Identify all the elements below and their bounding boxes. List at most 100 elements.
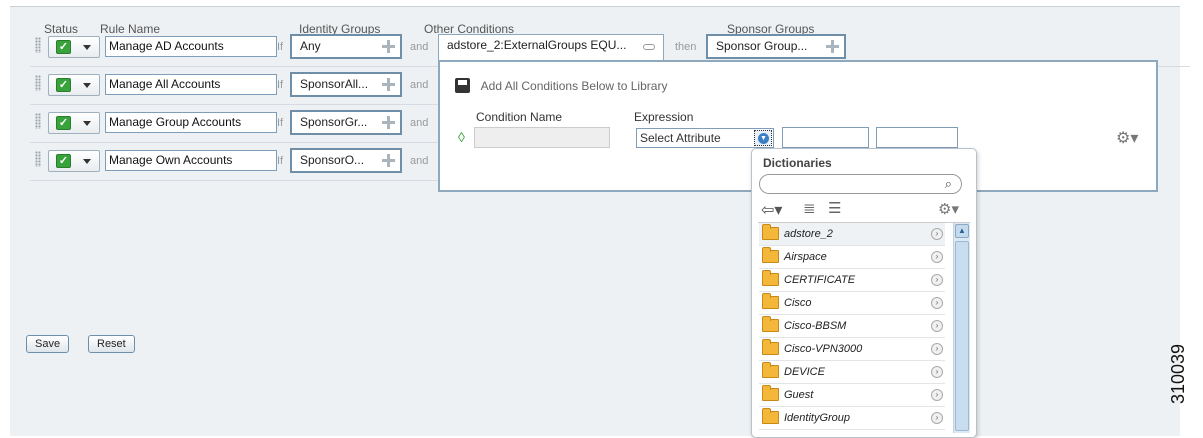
and-keyword: and: [410, 117, 429, 129]
check-icon: ✓: [56, 40, 71, 54]
chevron-down-icon: [83, 83, 91, 88]
drag-handle-icon[interactable]: [35, 151, 41, 167]
status-dropdown[interactable]: ✓: [48, 74, 100, 96]
rule-name-input[interactable]: Manage Group Accounts: [105, 112, 277, 133]
rule-name-input[interactable]: Manage AD Accounts: [105, 36, 277, 57]
folder-icon: [762, 316, 779, 332]
tree-view-icon[interactable]: ☰: [828, 199, 841, 217]
identity-group-value: Any: [300, 39, 321, 53]
scrollbar[interactable]: ▲: [953, 223, 970, 433]
if-keyword: If: [277, 117, 284, 129]
gear-icon[interactable]: ⚙▾: [1116, 128, 1138, 148]
check-icon: ✓: [56, 116, 71, 130]
gear-icon[interactable]: ⚙▾: [938, 200, 959, 218]
chevron-right-icon[interactable]: ›: [931, 412, 943, 424]
plus-icon[interactable]: [381, 39, 396, 54]
condition-name-header: Condition Name: [476, 110, 563, 124]
list-item[interactable]: CERTIFICATE ›: [759, 269, 945, 292]
check-icon: ✓: [56, 78, 71, 92]
back-arrow-icon[interactable]: ⇦▾: [761, 200, 782, 220]
dictionary-label: DEVICE: [784, 366, 825, 378]
chevron-down-icon: ▼: [758, 133, 769, 144]
if-keyword: If: [277, 41, 284, 53]
condition-name-input[interactable]: [474, 127, 610, 148]
save-button[interactable]: Save: [26, 335, 70, 353]
folder-icon: [762, 224, 779, 240]
figure-id: 310039: [1168, 343, 1188, 404]
scrollbar-thumb[interactable]: [955, 241, 969, 431]
chevron-right-icon[interactable]: ›: [931, 366, 943, 378]
dictionary-label: IdentityGroup: [784, 412, 851, 424]
drag-handle-icon[interactable]: [35, 113, 41, 129]
status-dropdown[interactable]: ✓: [48, 112, 100, 134]
list-item[interactable]: Cisco-BBSM ›: [759, 315, 945, 338]
search-icon: ⌕: [944, 176, 952, 191]
chevron-right-icon[interactable]: ›: [931, 274, 943, 286]
folder-icon: [762, 362, 779, 378]
dictionary-label: adstore_2: [784, 228, 833, 240]
rule-row: ✓ Manage All Accounts If SponsorAll... a…: [30, 71, 440, 105]
dictionary-label: Cisco: [784, 297, 812, 309]
identity-group-selector[interactable]: SponsorAll...: [290, 72, 402, 97]
then-keyword: then: [675, 41, 697, 53]
list-item[interactable]: DEVICE ›: [759, 361, 945, 384]
folder-icon: [762, 408, 779, 424]
collapse-icon[interactable]: [643, 44, 655, 50]
list-item[interactable]: IdentityGroup ›: [759, 407, 945, 430]
select-attribute-dropdown[interactable]: Select Attribute ▼: [636, 128, 774, 148]
folder-icon: [762, 339, 779, 355]
rule-row: ✓ Manage Group Accounts If SponsorGr... …: [30, 109, 440, 143]
identity-group-selector[interactable]: Any: [290, 34, 402, 59]
and-keyword: and: [410, 41, 429, 53]
chevron-right-icon[interactable]: ›: [931, 320, 943, 332]
sponsor-group-selector[interactable]: Sponsor Group...: [706, 34, 846, 59]
add-all-to-library-link[interactable]: Add All Conditions Below to Library: [455, 78, 667, 93]
identity-group-selector[interactable]: SponsorGr...: [290, 110, 402, 135]
chevron-right-icon[interactable]: ›: [931, 297, 943, 309]
rule-name-input[interactable]: Manage Own Accounts: [105, 150, 277, 171]
list-item[interactable]: Airspace ›: [759, 246, 945, 269]
chevron-down-icon: [83, 45, 91, 50]
rule-name-input[interactable]: Manage All Accounts: [105, 74, 277, 95]
chevron-right-icon[interactable]: ›: [931, 389, 943, 401]
scroll-up-icon[interactable]: ▲: [955, 224, 969, 238]
dictionary-label: Airspace: [784, 251, 827, 263]
list-view-icon[interactable]: ≣: [803, 199, 816, 217]
diamond-icon: ◊: [458, 129, 465, 145]
list-item[interactable]: Cisco-VPN3000 ›: [759, 338, 945, 361]
operator-input[interactable]: [782, 127, 869, 148]
dictionaries-title: Dictionaries: [763, 156, 832, 170]
dictionaries-panel: Dictionaries ⌕ ⇦▾ ≣ ☰ ⚙▾ adstore_2 › Air…: [751, 148, 977, 438]
folder-icon: [762, 247, 779, 263]
if-keyword: If: [277, 155, 284, 167]
status-dropdown[interactable]: ✓: [48, 150, 100, 172]
attribute-dropdown-button[interactable]: ▼: [754, 130, 772, 146]
add-all-label: Add All Conditions Below to Library: [480, 79, 668, 93]
identity-group-value: SponsorO...: [300, 153, 365, 167]
rule-row: ✓ Manage Own Accounts If SponsorO... and: [30, 147, 440, 181]
identity-group-selector[interactable]: SponsorO...: [290, 148, 402, 173]
if-keyword: If: [277, 79, 284, 91]
list-item[interactable]: Guest ›: [759, 384, 945, 407]
drag-handle-icon[interactable]: [35, 75, 41, 91]
chevron-right-icon[interactable]: ›: [931, 343, 943, 355]
folder-icon: [762, 270, 779, 286]
plus-icon[interactable]: [381, 153, 396, 168]
and-keyword: and: [410, 155, 429, 167]
plus-icon[interactable]: [825, 39, 840, 54]
reset-button[interactable]: Reset: [88, 335, 135, 353]
dictionary-label: Guest: [784, 389, 814, 401]
plus-icon[interactable]: [381, 115, 396, 130]
chevron-right-icon[interactable]: ›: [931, 228, 943, 240]
dictionary-search-input[interactable]: ⌕: [759, 174, 962, 194]
folder-icon: [762, 385, 779, 401]
list-item[interactable]: adstore_2 ›: [759, 223, 945, 246]
chevron-right-icon[interactable]: ›: [931, 251, 943, 263]
identity-group-value: SponsorAll...: [300, 77, 369, 91]
drag-handle-icon[interactable]: [35, 37, 41, 53]
condition-selector[interactable]: adstore_2:ExternalGroups EQU...: [438, 34, 664, 62]
list-item[interactable]: Cisco ›: [759, 292, 945, 315]
value-input[interactable]: [876, 127, 958, 148]
status-dropdown[interactable]: ✓: [48, 36, 100, 58]
plus-icon[interactable]: [381, 77, 396, 92]
